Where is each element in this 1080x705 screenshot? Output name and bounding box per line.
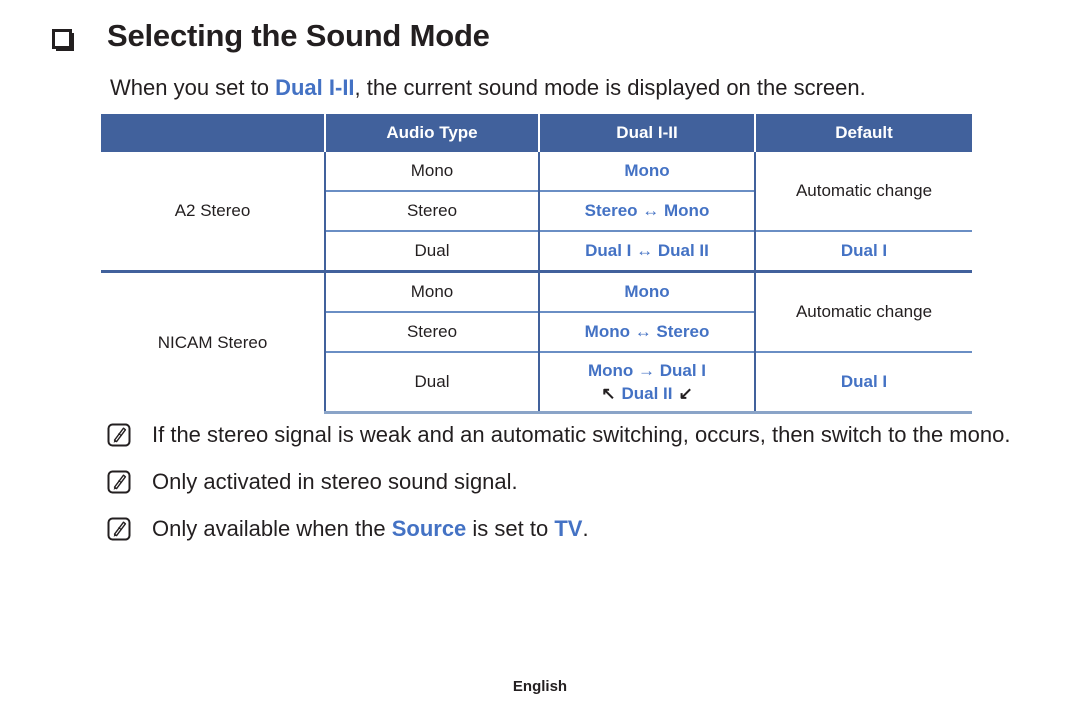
intro-highlight-dual-i-ii: Dual I-II (275, 75, 355, 100)
note-text: Only available when the Source is set to… (152, 512, 589, 545)
cell-default: Automatic change (754, 270, 972, 352)
cell-audio-type: Mono (324, 152, 539, 191)
cell-default: Dual I (754, 230, 972, 272)
list-item: Only available when the Source is set to… (106, 512, 1026, 545)
note-text-before: Only available when the (152, 516, 392, 541)
table-row: NICAM Stereo Mono Mono Automatic change (101, 270, 972, 413)
cell-dual: Mono ↔ Stereo (538, 311, 755, 352)
cell-default: Automatic change (754, 152, 972, 231)
note-text: Only activated in stereo sound signal. (152, 465, 518, 498)
note-pencil-icon (106, 516, 132, 542)
header-cell-default: Default (754, 114, 972, 152)
note-text-after: . (582, 516, 589, 541)
intro-sentence: When you set to Dual I-II, the current s… (110, 75, 866, 101)
page-title-row: Selecting the Sound Mode (52, 18, 490, 54)
table-row: A2 Stereo Mono Mono Automatic change (101, 152, 972, 272)
sound-mode-table: Audio Type Dual I-II Default A2 Stereo M… (101, 114, 972, 414)
arrow-up-left-icon: ↖ (601, 384, 616, 403)
note-pencil-icon (106, 422, 132, 448)
list-item: Only activated in stereo sound signal. (106, 465, 1026, 498)
arrow-down-left-icon: ↙ (678, 384, 693, 403)
cell-audio-type: Stereo (324, 190, 539, 231)
table-header-row: Audio Type Dual I-II Default (101, 114, 972, 152)
cycle-line-2: ↖ Dual II ↙ (540, 383, 754, 404)
header-cell-audio-type: Audio Type (324, 114, 539, 152)
cell-default: Dual I (754, 351, 972, 414)
note-text: If the stereo signal is weak and an auto… (152, 418, 1010, 451)
cycle-line-2-label: Dual II (621, 384, 673, 403)
footer-language: English (512, 678, 568, 695)
cell-audio-type: Dual (324, 230, 539, 272)
note-text-main: If the stereo signal is weak and an auto… (152, 422, 1011, 447)
list-item: If the stereo signal is weak and an auto… (106, 418, 1026, 451)
note-text-middle: is set to (466, 516, 555, 541)
cell-dual: Stereo ↔ Mono (538, 190, 755, 231)
cell-audio-type: Mono (324, 270, 539, 312)
note-highlight-source: Source (391, 516, 467, 541)
notes-list: If the stereo signal is weak and an auto… (106, 418, 1026, 559)
header-cell-blank (101, 114, 325, 152)
cell-audio-type: Dual (324, 351, 539, 414)
cell-dual: Dual I ↔ Dual II (538, 230, 755, 272)
cell-dual: Mono (538, 152, 755, 191)
table-head: Audio Type Dual I-II Default (101, 114, 972, 152)
note-highlight-tv: TV (554, 516, 583, 541)
page-title: Selecting the Sound Mode (107, 18, 490, 53)
note-text-main: Only activated in stereo sound signal. (152, 469, 518, 494)
cell-audio-type: Stereo (324, 311, 539, 352)
intro-text-after: , the current sound mode is displayed on… (354, 75, 866, 100)
group-label-a2-stereo: A2 Stereo (101, 152, 325, 272)
cell-dual-cycle: Mono → Dual I ↖ Dual II ↙ (538, 351, 755, 414)
square-bullet-icon (52, 29, 74, 51)
note-pencil-icon (106, 469, 132, 495)
cycle-line-1: Mono → Dual I (587, 360, 707, 380)
intro-text-before: When you set to (110, 75, 276, 100)
group-label-nicam-stereo: NICAM Stereo (101, 270, 325, 413)
header-cell-dual-i-ii: Dual I-II (538, 114, 755, 152)
table-body: A2 Stereo Mono Mono Automatic change Ste… (101, 152, 972, 414)
cell-dual: Mono (538, 270, 755, 312)
